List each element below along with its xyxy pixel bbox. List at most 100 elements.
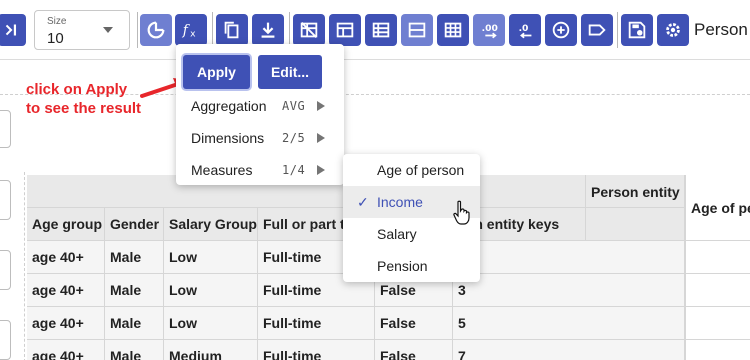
- submenu-item-label: Age of person: [377, 162, 465, 178]
- toolbar-divider: [289, 12, 290, 48]
- table-cell: Full-time: [258, 307, 375, 340]
- side-panel-field[interactable]: [0, 110, 11, 148]
- submenu-item-pension[interactable]: Pension: [343, 250, 480, 282]
- chart-icon: [147, 21, 165, 39]
- table-cell: 5: [453, 307, 685, 340]
- decimals-less-icon: .0: [519, 23, 532, 39]
- filter-off-button[interactable]: [293, 14, 325, 46]
- sidebar-toggle-icon: [5, 24, 17, 36]
- toolbar: Size 10 fx .00 .0 Person: [0, 0, 750, 60]
- list-layout-button[interactable]: [365, 14, 397, 46]
- table-cell: age 40+: [27, 241, 105, 274]
- svg-text:.0: .0: [519, 23, 529, 34]
- area-divider: [24, 172, 25, 360]
- table-cell: False: [375, 307, 453, 340]
- pivot-options-menu: Apply Edit... Aggregation AVG Dimensions…: [176, 44, 344, 185]
- save-settings-button[interactable]: [621, 14, 653, 46]
- menu-item-measures[interactable]: Measures 1/4: [176, 154, 344, 186]
- menu-item-value: 1/4: [282, 163, 306, 177]
- size-select[interactable]: Size 10: [34, 10, 130, 50]
- compact-layout-button[interactable]: [401, 14, 433, 46]
- chevron-right-icon: [317, 101, 325, 111]
- menu-item-value: 2/5: [282, 131, 306, 145]
- column-header[interactable]: Age group: [27, 208, 105, 241]
- label-button[interactable]: [581, 14, 613, 46]
- table-cell: False: [375, 340, 453, 360]
- formula-button[interactable]: fx: [175, 14, 207, 46]
- side-panel-field[interactable]: [0, 250, 11, 290]
- toolbar-divider: [617, 12, 618, 48]
- edit-button[interactable]: Edit...: [258, 55, 322, 89]
- header-person-entity: Person entity: [586, 175, 685, 208]
- layout-button[interactable]: [329, 14, 361, 46]
- table-cell: age 40+: [27, 340, 105, 360]
- column-header[interactable]: [586, 208, 685, 241]
- add-button[interactable]: [545, 14, 577, 46]
- add-circle-icon: [552, 21, 570, 39]
- table-cell: Medium: [164, 340, 258, 360]
- download-button[interactable]: [252, 14, 284, 46]
- table-cell: [685, 274, 750, 307]
- menu-item-value: AVG: [282, 99, 306, 113]
- size-value: 10: [47, 30, 64, 47]
- column-header[interactable]: Salary Group: [164, 208, 258, 241]
- toolbar-divider: [137, 12, 138, 48]
- formula-icon: fx: [182, 23, 196, 40]
- copy-icon: [224, 21, 239, 39]
- person-label: Person: [694, 20, 748, 39]
- table-cell: age 40+: [27, 274, 105, 307]
- menu-item-dimensions[interactable]: Dimensions 2/5: [176, 122, 344, 154]
- hand-cursor-icon: [453, 200, 470, 225]
- menu-item-label: Dimensions: [191, 130, 265, 146]
- download-icon: [261, 22, 275, 38]
- toolbar-divider: [212, 12, 213, 48]
- table-cell: Full-time: [258, 340, 375, 360]
- decimals-more-icon: .00: [482, 23, 498, 39]
- table-cell: [685, 307, 750, 340]
- submenu-item-label: Salary: [377, 226, 417, 242]
- layout-icon: [336, 22, 354, 38]
- table-cell: [685, 241, 750, 274]
- chevron-right-icon: [317, 133, 325, 143]
- apply-button[interactable]: Apply: [183, 55, 250, 89]
- table-cell: 3: [453, 274, 685, 307]
- list-layout-icon: [372, 22, 390, 38]
- table-cell: Low: [164, 274, 258, 307]
- copy-button[interactable]: [216, 14, 248, 46]
- table-cell: 7: [453, 340, 685, 360]
- svg-text:.00: .00: [482, 23, 498, 34]
- table-cell: age 40+: [27, 307, 105, 340]
- menu-item-label: Measures: [191, 162, 253, 178]
- label-icon: [588, 24, 606, 36]
- settings-button[interactable]: [657, 14, 689, 46]
- chevron-right-icon: [317, 165, 325, 175]
- chevron-down-icon: [103, 27, 113, 33]
- side-panel-field[interactable]: [0, 180, 11, 220]
- submenu-item-age-of-person[interactable]: Age of person: [343, 154, 480, 186]
- side-panel-field[interactable]: [0, 320, 11, 360]
- decimals-less-button[interactable]: .0: [509, 14, 541, 46]
- decimals-more-button[interactable]: .00: [473, 14, 505, 46]
- table-cell: Male: [105, 241, 164, 274]
- chart-button[interactable]: [140, 14, 172, 46]
- table-cell: Male: [105, 307, 164, 340]
- menu-item-aggregation[interactable]: Aggregation AVG: [176, 90, 344, 122]
- submenu-item-label: Income: [377, 194, 423, 210]
- column-header[interactable]: Gender: [105, 208, 164, 241]
- table-cell: [685, 340, 750, 360]
- table-cell: Low: [164, 241, 258, 274]
- menu-item-label: Aggregation: [191, 98, 267, 114]
- check-icon: ✓: [357, 194, 369, 210]
- table-cell: Male: [105, 340, 164, 360]
- header-age-of-person: Age of pe: [685, 175, 750, 241]
- sidebar-toggle-button[interactable]: [0, 14, 26, 46]
- compact-layout-icon: [408, 22, 426, 38]
- annotation-text: click on Apply to see the result: [26, 81, 142, 117]
- grid-layout-icon: [444, 22, 462, 38]
- svg-text:x: x: [190, 28, 196, 39]
- grid-layout-button[interactable]: [437, 14, 469, 46]
- submenu-item-label: Pension: [377, 258, 428, 274]
- table-cell: Male: [105, 274, 164, 307]
- size-label: Size: [47, 16, 67, 27]
- save-settings-icon: [628, 21, 646, 39]
